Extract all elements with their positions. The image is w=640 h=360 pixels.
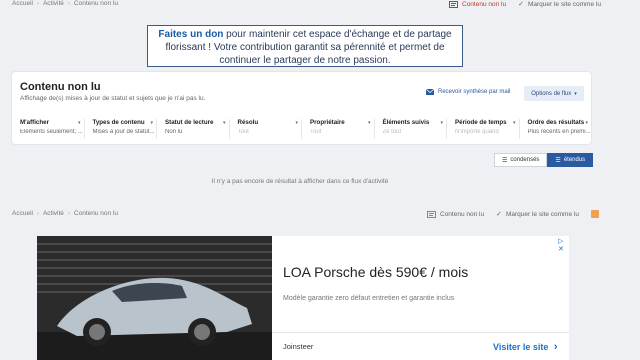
view-toggle: ☰ condensés ☰ étendus [494, 153, 594, 167]
filter-value: Tout [237, 129, 249, 135]
filter-5[interactable]: Éléments suivis Ze tout ▾ [375, 119, 447, 139]
unread-icon [427, 210, 436, 218]
filter-0[interactable]: M'afficher Éléments seulement; ... ▾ [12, 119, 85, 139]
bottom-actions: Contenu non lu ✓ Marquer le site comme l… [427, 210, 599, 218]
filter-label: Propriétaire [310, 119, 345, 126]
donation-banner: Faites un don pour maintenir cet espace … [147, 25, 463, 67]
top-actions: Contenu non lu ✓ Marquer le site comme l… [449, 0, 601, 8]
chevron-down-icon: ▾ [512, 120, 516, 126]
page-subtitle: Affichage de(s) mises à jour de statut e… [20, 95, 206, 102]
breadcrumb-item[interactable]: Activité [43, 0, 64, 7]
breadcrumb-item[interactable]: Accueil [12, 0, 33, 7]
chevron-down-icon: ▾ [367, 120, 371, 126]
filter-value: Éléments seulement; ... [20, 129, 83, 135]
filter-4[interactable]: Propriétaire Tout ▾ [302, 119, 375, 139]
adchoices-icon[interactable]: ▷ ✕ [558, 237, 569, 253]
unread-content-link[interactable]: Contenu non lu [427, 210, 484, 218]
filter-2[interactable]: Statut de lecture Non lu ▾ [157, 119, 230, 139]
chevron-down-icon: ▾ [295, 120, 298, 126]
list-icon: ☰ [502, 157, 508, 164]
caret-down-icon: ▾ [574, 90, 577, 97]
unread-icon [449, 0, 458, 8]
chevron-right-icon: › [36, 0, 39, 7]
filter-label: Résolu [237, 119, 259, 126]
filter-value: N'importe quand [455, 129, 499, 135]
filter-label: Période de temps [455, 119, 507, 126]
filter-label: Types de contenu [92, 119, 145, 126]
filter-label: Éléments suivis [382, 119, 430, 126]
ad-title[interactable]: LOA Porsche dès 590€ / mois [283, 264, 468, 280]
page-title: Contenu non lu [20, 81, 101, 93]
breadcrumb-item[interactable]: Activité [43, 210, 64, 217]
ad-advertiser: Joinsteer [283, 342, 314, 351]
chevron-right-icon: › [67, 210, 70, 217]
chevron-right-icon: › [36, 210, 39, 217]
chevron-right-icon: › [553, 341, 558, 353]
unread-content-link[interactable]: Contenu non lu [449, 0, 506, 8]
filter-value: Non lu [165, 129, 183, 135]
mark-site-read-link[interactable]: ✓ Marquer le site comme lu [518, 0, 601, 9]
check-icon: ✓ [518, 1, 524, 8]
mark-site-read-link[interactable]: ✓ Marquer le site comme lu [496, 210, 579, 219]
rss-icon[interactable] [590, 210, 599, 218]
ad-description: Modèle garantie zero défaut entretien et… [283, 295, 455, 302]
chevron-down-icon: ▾ [585, 120, 588, 126]
donate-link[interactable]: Faites un don [158, 29, 223, 40]
ad-divider [272, 332, 569, 333]
list-icon: ☰ [555, 157, 561, 164]
filter-7[interactable]: Ordre des résultats Plus récents en premi… [520, 119, 592, 139]
chevron-down-icon: ▾ [150, 120, 153, 126]
filter-bar: M'afficher Éléments seulement; ... ▾ Types … [12, 119, 591, 139]
car-image[interactable] [37, 236, 272, 360]
chevron-down-icon: ▾ [222, 120, 226, 126]
filter-value: Tout [310, 129, 322, 135]
check-icon: ✓ [496, 211, 502, 218]
filter-1[interactable]: Types de contenu Mises à jour de statut..… [85, 119, 157, 139]
chevron-down-icon: ▾ [440, 120, 443, 126]
chevron-right-icon: › [67, 0, 70, 7]
filter-6[interactable]: Période de temps N'importe quand ▾ [447, 119, 520, 139]
receive-mail-button[interactable]: Recevoir synthèse par mail [426, 89, 510, 95]
filter-label: M'afficher [20, 119, 49, 126]
flux-options-button[interactable]: Options de flux ▾ [524, 86, 584, 101]
filter-label: Ordre des résultats [527, 119, 585, 126]
advertisement[interactable]: ▷ ✕ LOA Porsche dès 590€ / mois Modèle g… [37, 236, 569, 360]
filter-3[interactable]: Résolu Tout ▾ [230, 119, 302, 139]
condensed-view-button[interactable]: ☰ condensés [494, 153, 548, 167]
breadcrumb-bottom: Accueil › Activité › Contenu non lu [12, 210, 118, 217]
expanded-view-button[interactable]: ☰ étendus [547, 153, 594, 167]
breadcrumb-top: Accueil › Activité › Contenu non lu [12, 0, 118, 7]
breadcrumb-item: Contenu non lu [73, 210, 119, 217]
filter-value: Mises à jour de statut... [92, 129, 155, 135]
envelope-icon [426, 89, 434, 95]
filter-value: Plus récents en premi... [527, 129, 591, 135]
filter-label: Statut de lecture [165, 119, 214, 126]
empty-state-message: Il n'y a pas encore de résultat à affich… [211, 178, 389, 185]
visit-site-button[interactable]: Visiter le site › [493, 341, 558, 353]
chevron-down-icon: ▾ [77, 120, 81, 126]
breadcrumb-item[interactable]: Accueil [12, 210, 33, 217]
breadcrumb-item: Contenu non lu [73, 0, 119, 7]
unread-content-panel: Contenu non lu Affichage de(s) mises à j… [12, 72, 591, 144]
filter-value: Ze tout [382, 129, 402, 135]
